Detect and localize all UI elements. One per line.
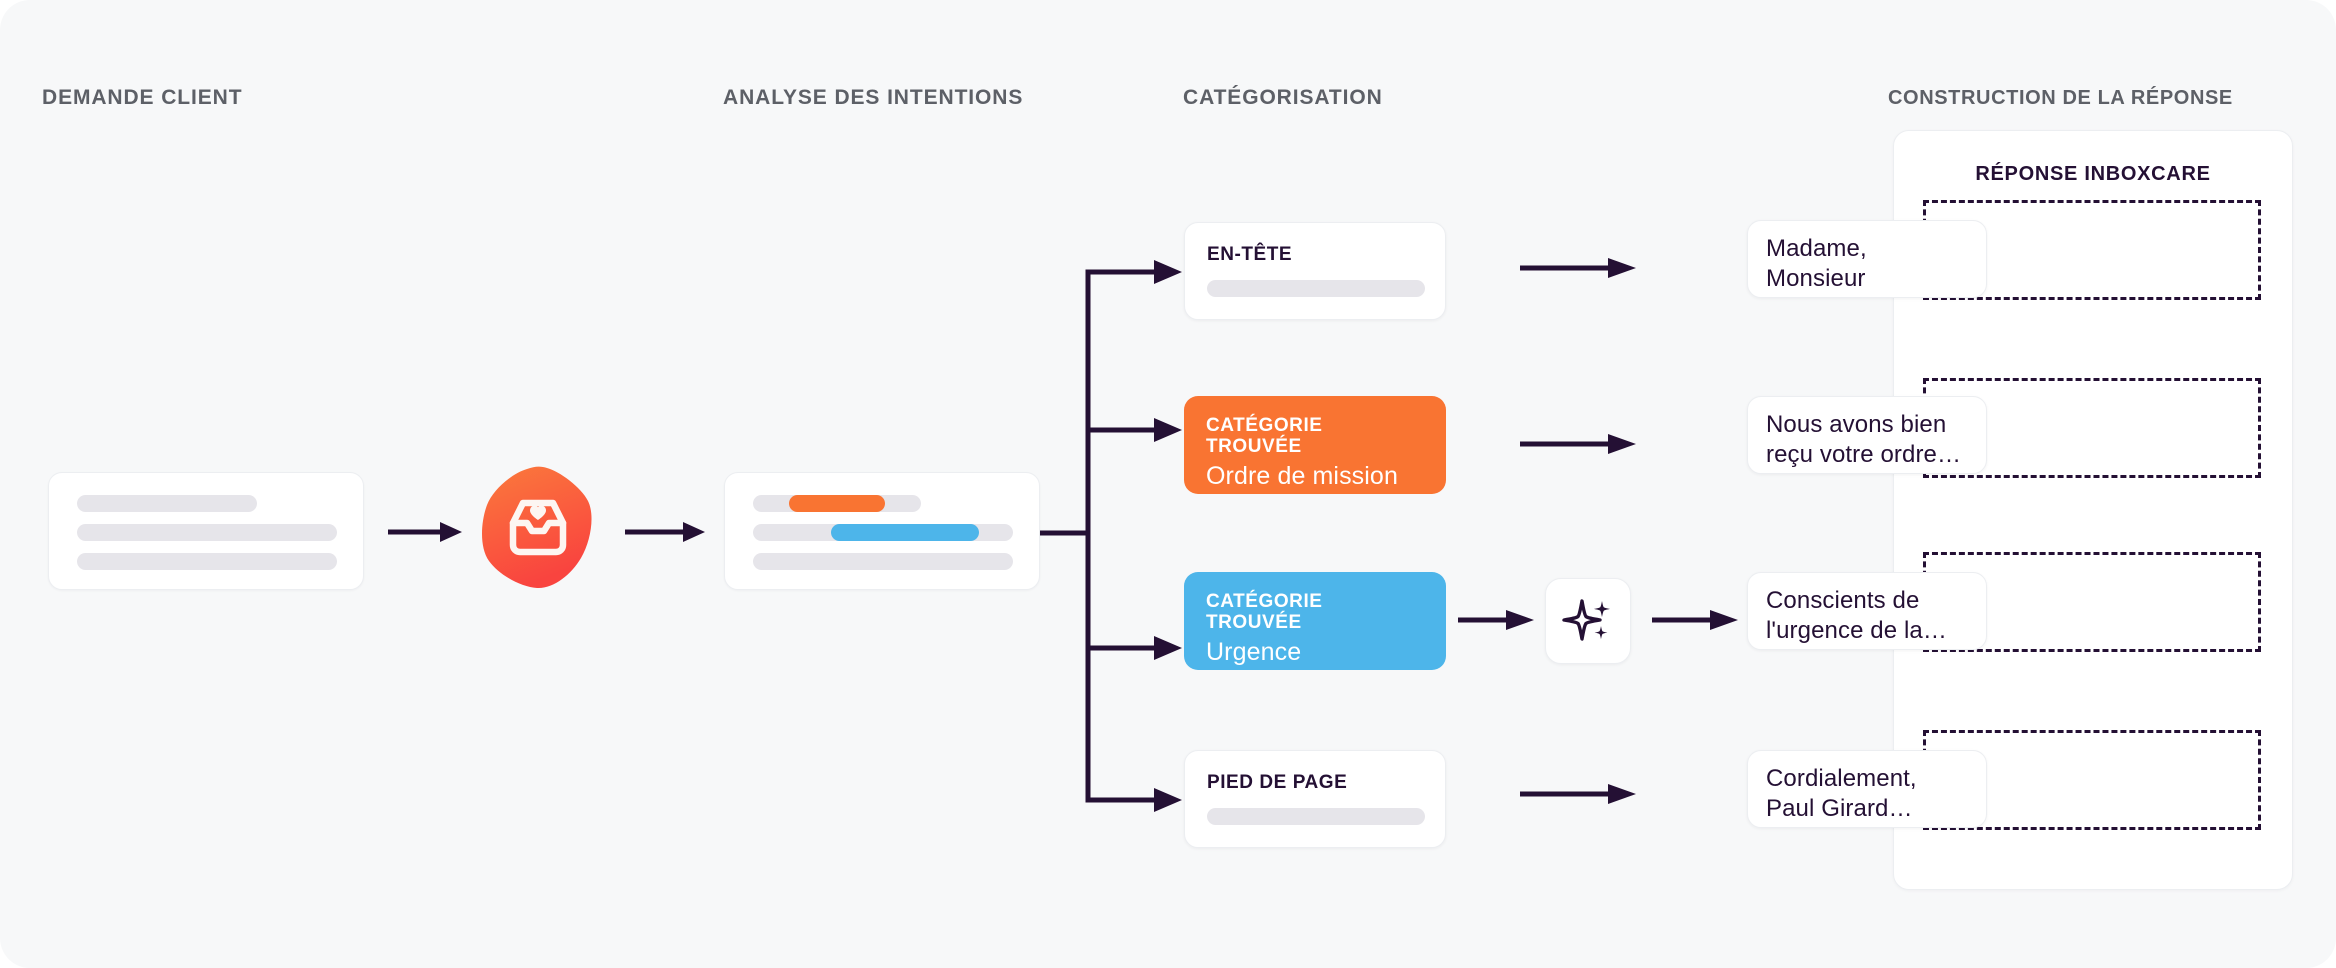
response-panel-title: RÉPONSE INBOXCARE [1975,163,2211,185]
skeleton-line [1207,280,1425,297]
skeleton-line [77,524,337,541]
response-text: Nous avons bien reçu votre ordre… [1766,411,1962,468]
category-kicker: EN-TÊTE [1207,244,1293,265]
arrow-ai-to-response [1652,608,1752,632]
arrow-pied-to-response [1520,782,1650,806]
category-kicker: CATÉGORIE TROUVÉE [1206,415,1323,457]
branch-connector [1040,258,1220,814]
column-heading-construction-de-la-reponse: CONSTRUCTION DE LA RÉPONSE [1888,87,2233,109]
arrow-request-to-logo [388,520,468,544]
sparkles-icon [1562,599,1610,641]
response-bubble-urgence[interactable]: Conscients de l'urgence de la… [1747,572,1987,650]
category-card-ordre-de-mission[interactable]: CATÉGORIE TROUVÉE Ordre de mission [1184,396,1446,494]
skeleton-line [1207,808,1425,825]
skeleton-line [77,553,337,570]
client-request-card [48,472,364,590]
blue-intent-highlight [831,524,979,541]
category-kicker: PIED DE PAGE [1207,772,1348,793]
arrow-en-tete-to-response [1520,256,1650,280]
orange-intent-highlight [789,495,885,512]
response-bubble-salutation[interactable]: Madame, Monsieur [1747,220,1987,298]
intent-analysis-card [724,472,1040,590]
response-text: Conscients de l'urgence de la… [1766,587,1947,644]
ai-generate-button[interactable] [1545,578,1631,664]
response-text: Cordialement, Paul Girard… [1766,765,1917,822]
category-value: Ordre de mission [1206,461,1398,490]
skeleton-line [77,495,257,512]
column-heading-categorisation: CATÉGORISATION [1183,86,1383,109]
flow-diagram-canvas: DEMANDE CLIENT ANALYSE DES INTENTIONS CA… [0,0,2336,968]
category-card-en-tete[interactable]: EN-TÊTE [1184,222,1446,320]
skeleton-line [753,553,1013,570]
category-card-pied-de-page[interactable]: PIED DE PAGE [1184,750,1446,848]
inboxcare-logo [475,465,601,591]
category-kicker: CATÉGORIE TROUVÉE [1206,591,1323,633]
category-card-urgence[interactable]: CATÉGORIE TROUVÉE Urgence [1184,572,1446,670]
arrow-urgence-to-ai [1458,608,1550,632]
response-bubble-signature[interactable]: Cordialement, Paul Girard… [1747,750,1987,828]
column-heading-analyse-des-intentions: ANALYSE DES INTENTIONS [723,86,1024,109]
column-heading-demande-client: DEMANDE CLIENT [42,86,243,109]
arrow-ordre-to-response [1520,432,1650,456]
response-text: Madame, Monsieur [1766,235,1867,292]
response-bubble-accuse[interactable]: Nous avons bien reçu votre ordre… [1747,396,1987,474]
arrow-logo-to-analysis [625,520,715,544]
category-value: Urgence [1206,637,1302,666]
